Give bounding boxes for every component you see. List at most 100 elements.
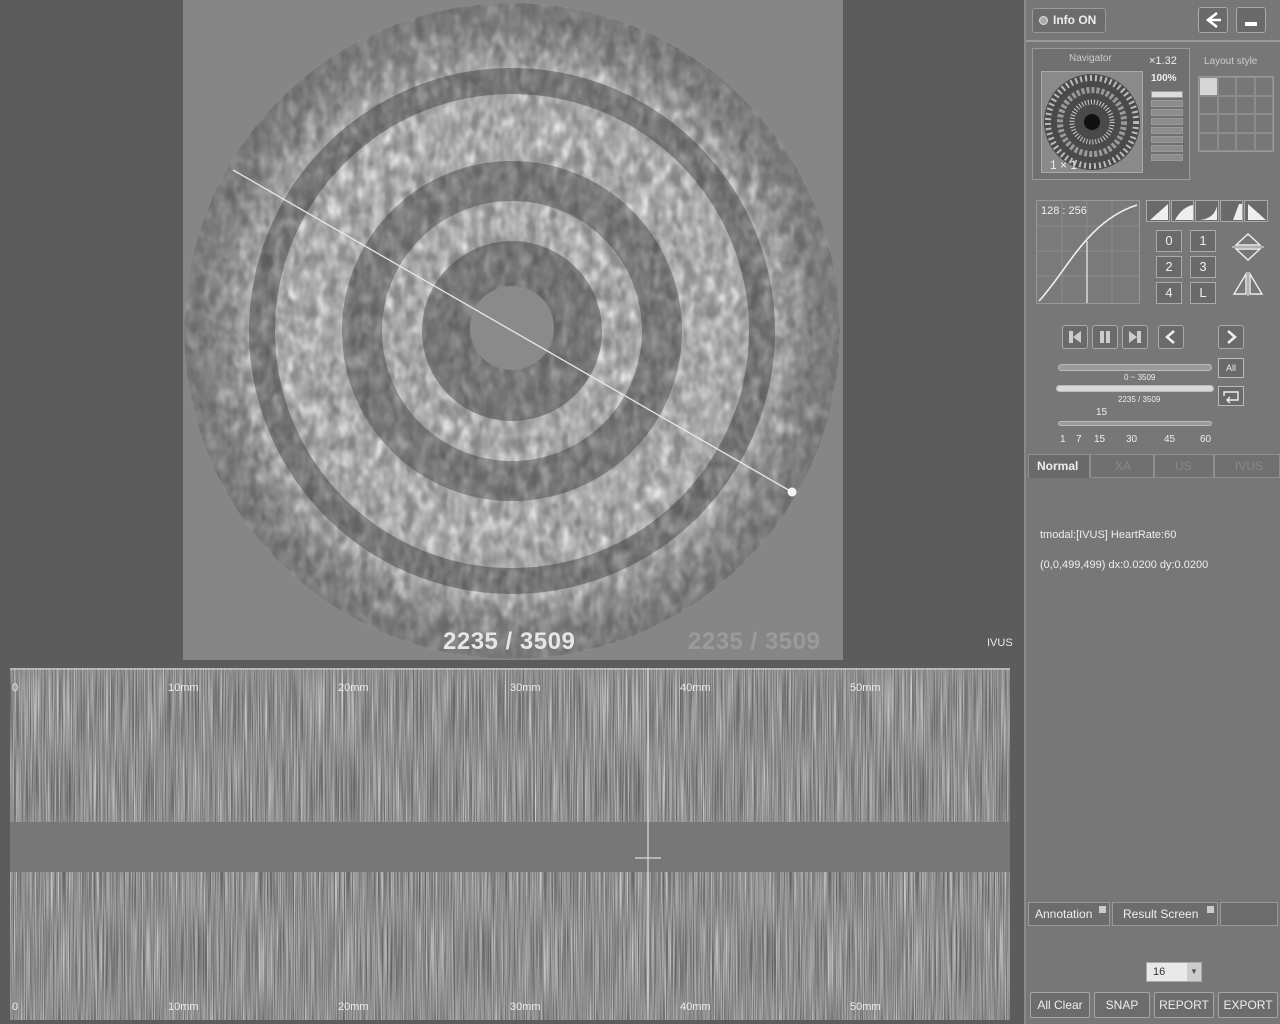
ivus-cross-section-image[interactable] (183, 2, 841, 660)
pixel-spacing-info-line: (0,0,499,499) dx:0.0200 dy:0.0200 (1040, 559, 1209, 571)
control-panel: Info ON Navigator ×1.32 100% Layout styl… (1024, 0, 1280, 1024)
all-clear-button[interactable]: All Clear (1030, 992, 1090, 1018)
gray-curve-editor[interactable]: 128 : 256 (1036, 200, 1140, 304)
layout-cell[interactable] (1254, 114, 1273, 133)
chevron-down-icon: ▼ (1187, 963, 1201, 981)
zoom-percent: 100% (1151, 73, 1177, 84)
info-tab-bar: Normal XA US IVUS (1026, 454, 1280, 478)
minimize-icon (1245, 22, 1257, 26)
speed-tick: 60 (1200, 434, 1212, 445)
rewind-icon (1069, 331, 1081, 343)
range-all-label: All (1225, 363, 1236, 373)
pause-button[interactable] (1092, 325, 1118, 349)
curve-preset-invert-icon[interactable] (1244, 200, 1268, 222)
play-button[interactable] (1122, 325, 1148, 349)
loop-icon (1223, 391, 1239, 404)
frame-range-slider[interactable] (1058, 364, 1212, 371)
divider (1026, 40, 1280, 42)
layout-cell[interactable] (1236, 114, 1255, 133)
radio-dot-icon (1039, 16, 1048, 25)
tab-ivus[interactable]: IVUS (1214, 454, 1280, 478)
tab-xa[interactable]: XA (1090, 454, 1154, 478)
lumen-band (10, 822, 1010, 872)
arrow-left-icon (1205, 11, 1221, 29)
tick-label: 20mm (338, 682, 369, 694)
modality-info-line: tmodal:[IVUS] HeartRate:60 (1040, 529, 1177, 541)
layout-cell[interactable] (1217, 95, 1236, 114)
layout-cell[interactable] (1199, 77, 1218, 96)
next-page-button[interactable] (1218, 325, 1244, 349)
gray-curve-graph[interactable] (1037, 201, 1139, 303)
chevron-right-icon (1227, 330, 1237, 344)
tab-normal[interactable]: Normal (1028, 454, 1090, 478)
loop-button[interactable] (1218, 386, 1244, 406)
tick-label: 50mm (850, 1001, 881, 1013)
modality-label: IVUS (987, 637, 1013, 649)
tick-label: 40mm (680, 682, 711, 694)
layout-cell[interactable] (1217, 132, 1236, 151)
size-dropdown[interactable]: 16 ▼ (1146, 962, 1202, 982)
zoom-readout: ×1.32 (1149, 55, 1177, 67)
speed-tick: 30 (1126, 434, 1138, 445)
snap-button[interactable]: SNAP (1094, 992, 1150, 1018)
tab-annotation[interactable]: Annotation (1028, 902, 1110, 926)
preset-4-button[interactable]: 4 (1156, 282, 1182, 304)
info-toggle-button[interactable]: Info ON (1032, 8, 1106, 33)
zoom-level-bar[interactable] (1151, 91, 1183, 163)
preset-1-button[interactable]: 1 (1190, 230, 1216, 252)
layout-cell[interactable] (1254, 132, 1273, 151)
cross-section-viewer[interactable]: 2235 / 3509 2235 / 3509 IVUS (0, 0, 1024, 660)
flip-vertical-icon[interactable] (1230, 232, 1266, 262)
info-toggle-label: Info ON (1053, 13, 1097, 27)
report-button[interactable]: REPORT (1154, 992, 1214, 1018)
play-icon (1129, 331, 1141, 343)
frame-position-slider[interactable] (1056, 385, 1214, 392)
range-all-button[interactable]: All (1218, 358, 1244, 378)
curve-preset-steep-icon[interactable] (1219, 200, 1244, 222)
chevron-left-icon (1165, 330, 1175, 344)
layout-cell[interactable] (1236, 95, 1255, 114)
frame-counter-shadow: 2235 / 3509 (688, 628, 821, 655)
preset-l-button[interactable]: L (1190, 282, 1216, 304)
layout-cell[interactable] (1199, 95, 1218, 114)
tick-label: 0 (12, 682, 19, 694)
speed-tick: 1 (1060, 434, 1066, 445)
curve-preset-gamma-icon[interactable] (1170, 200, 1195, 222)
preset-2-button[interactable]: 2 (1156, 256, 1182, 278)
curve-preset-soft-icon[interactable] (1195, 200, 1219, 222)
minimize-button[interactable] (1236, 7, 1266, 33)
layout-cell[interactable] (1254, 77, 1273, 96)
speed-tick: 7 (1076, 434, 1082, 445)
tab-result-screen-label: Result Screen (1123, 907, 1199, 921)
previous-page-button[interactable] (1158, 325, 1184, 349)
layout-cell[interactable] (1217, 77, 1236, 96)
tab-result-screen[interactable]: Result Screen (1112, 902, 1218, 926)
layout-cell[interactable] (1236, 77, 1255, 96)
layout-cell[interactable] (1217, 114, 1236, 133)
longitudinal-view[interactable]: 0 10mm 20mm 30mm 40mm 50mm 0 10mm 20mm 3… (0, 660, 1024, 1024)
rewind-button[interactable] (1062, 325, 1088, 349)
layout-cell[interactable] (1236, 132, 1255, 151)
tick-label: 0 (12, 1001, 19, 1013)
longitudinal-bottom-band (10, 872, 1010, 1020)
size-dropdown-value: 16 (1153, 966, 1166, 978)
frame-counter: 2235 / 3509 (443, 628, 576, 655)
tab-us[interactable]: US (1154, 454, 1214, 478)
layout-cell[interactable] (1254, 95, 1273, 114)
preset-3-button[interactable]: 3 (1190, 256, 1216, 278)
pause-icon (1100, 331, 1110, 343)
back-button[interactable] (1198, 7, 1228, 33)
catheter-lumen (470, 286, 554, 370)
tick-label: 50mm (850, 682, 881, 694)
longitudinal-image[interactable] (10, 668, 1013, 1020)
curve-preset-linear-icon[interactable] (1146, 200, 1170, 222)
layout-cell[interactable] (1199, 114, 1218, 133)
preset-0-button[interactable]: 0 (1156, 230, 1182, 252)
speed-value: 15 (1096, 407, 1108, 418)
speed-slider[interactable] (1058, 421, 1212, 426)
layout-cell[interactable] (1199, 132, 1218, 151)
layout-style-title: Layout style (1204, 56, 1258, 67)
flip-horizontal-icon[interactable] (1228, 270, 1268, 298)
export-button[interactable]: EXPORT (1218, 992, 1278, 1018)
layout-grid-selector[interactable] (1198, 76, 1274, 152)
